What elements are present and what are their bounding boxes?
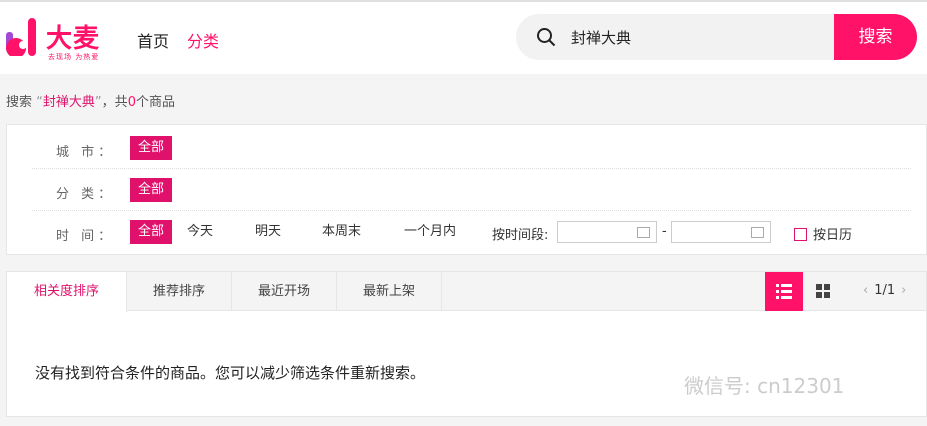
- summary-keyword: 封禅大典: [42, 95, 95, 110]
- brand-slogan: 去现场 为热爱: [48, 53, 100, 61]
- grid-icon: [816, 284, 830, 298]
- watermark: 微信号: cn12301: [684, 374, 845, 398]
- time-range-label: 按时间段:: [492, 228, 549, 243]
- filter-category-all[interactable]: 全部: [130, 178, 173, 202]
- calendar-button-label: 按日历: [813, 228, 853, 243]
- grid-view-button[interactable]: [804, 272, 842, 311]
- filter-row-category: 分 类： 全部: [32, 169, 911, 211]
- calendar-icon: [637, 227, 650, 238]
- filter-time-weekend[interactable]: 本周末: [314, 220, 369, 244]
- filter-panel: 城 市： 全部 分 类： 全部 时 间： 全部 今天 明天 本周末 一个月内 按…: [6, 124, 927, 255]
- header: 大麦 去现场 为热爱 首页 分类 搜索: [0, 2, 927, 74]
- calendar-icon: [751, 227, 764, 238]
- filter-time-today[interactable]: 今天: [179, 220, 221, 244]
- list-view-button[interactable]: [765, 272, 803, 311]
- result-count: 0: [127, 95, 136, 110]
- calendar-icon: [794, 228, 807, 241]
- summary-close-quote: ”: [94, 95, 102, 110]
- filter-row-time: 时 间： 全部 今天 明天 本周末 一个月内 按时间段: - 按日历: [32, 211, 911, 253]
- main-nav: 首页 分类: [137, 28, 219, 52]
- filter-time-tomorrow[interactable]: 明天: [247, 220, 289, 244]
- summary-suffix: 个商品: [135, 95, 175, 110]
- tab-recommended[interactable]: 推荐排序: [127, 272, 232, 311]
- filter-time-month[interactable]: 一个月内: [396, 220, 464, 244]
- calendar-button[interactable]: 按日历: [794, 224, 852, 243]
- summary-open-quote: “: [36, 95, 43, 110]
- sort-tabs: 相关度排序 推荐排序 最近开场 最新上架 ‹ 1/1 ›: [7, 272, 926, 312]
- pager-prev-button[interactable]: ‹: [863, 283, 868, 298]
- nav-category[interactable]: 分类: [187, 28, 219, 52]
- tab-relevance[interactable]: 相关度排序: [7, 272, 127, 312]
- list-icon: [776, 284, 792, 299]
- search-summary: 搜索 “封禅大典”，共0个商品: [6, 91, 175, 110]
- end-date-input[interactable]: [671, 221, 771, 243]
- brand-logo[interactable]: 大麦 去现场 为热爱: [6, 16, 102, 62]
- pager-next-button[interactable]: ›: [901, 283, 906, 298]
- empty-message: 没有找到符合条件的商品。您可以减少筛选条件重新搜索。: [35, 364, 426, 382]
- search-icon: [537, 28, 556, 47]
- pager-text: 1/1: [874, 283, 896, 298]
- summary-prefix: 搜索: [6, 95, 33, 110]
- filter-label-category: 分 类：: [56, 187, 116, 202]
- pager: ‹ 1/1 ›: [857, 283, 912, 298]
- summary-mid: ，共: [101, 95, 128, 110]
- nav-home[interactable]: 首页: [137, 28, 169, 52]
- filter-row-city: 城 市： 全部: [32, 127, 911, 169]
- brand-name: 大麦: [46, 24, 101, 54]
- search-input[interactable]: [571, 14, 831, 60]
- damai-logo-icon: [6, 18, 36, 56]
- filter-label-time: 时 间：: [56, 229, 116, 244]
- filter-time-all[interactable]: 全部: [130, 220, 173, 244]
- tab-newest[interactable]: 最新上架: [337, 272, 442, 311]
- filter-label-city: 城 市：: [56, 145, 116, 160]
- tab-upcoming[interactable]: 最近开场: [232, 272, 337, 311]
- filter-city-all[interactable]: 全部: [130, 136, 173, 160]
- range-separator: -: [662, 224, 667, 239]
- search-bar: 搜索: [516, 14, 917, 60]
- start-date-input[interactable]: [557, 221, 657, 243]
- search-button[interactable]: 搜索: [834, 14, 917, 60]
